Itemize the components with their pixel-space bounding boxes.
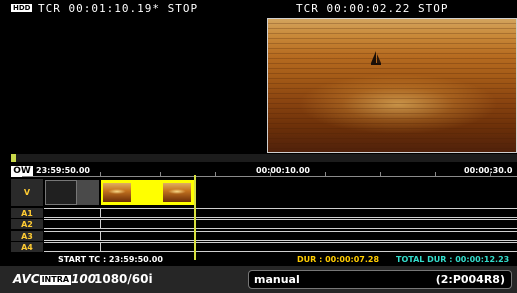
tcr-left-readout: TCR 00:01:10.19* STOP (38, 2, 199, 15)
start-tc: START TC : 23:59:50.00 (58, 255, 163, 264)
audio-segment[interactable] (44, 232, 101, 240)
ruler-time-start: 23:59:50.00 (36, 166, 90, 175)
track-label-a3: A3 (21, 232, 33, 241)
ruler-tick (380, 172, 381, 176)
avc-intra-logo: AVC INTRA 100 (13, 272, 96, 286)
audio-track-a2[interactable] (44, 219, 517, 229)
ruler-time-mid: 00:00:10.00 (256, 166, 310, 175)
video-format: 1080/60i (94, 272, 153, 286)
ruler-tick (160, 172, 161, 176)
sailboat-icon (371, 51, 381, 65)
ruler-tick (270, 172, 271, 176)
ruler-tick (490, 172, 491, 176)
tcr-right-readout: TCR 00:00:02.22 STOP (296, 2, 449, 15)
clip-black[interactable] (45, 180, 77, 205)
position-bar[interactable] (11, 154, 517, 162)
logo-prefix: AVC (13, 272, 40, 286)
selected-clip[interactable] (101, 180, 195, 205)
ruler-time-end: 00:00:30.0 (464, 166, 513, 175)
total-duration: TOTAL DUR : 00:00:12.23 (396, 255, 510, 264)
track-label-a2: A2 (21, 220, 33, 229)
position-indicator (11, 154, 16, 162)
audio-segment[interactable] (100, 232, 196, 240)
track-label-v: V (23, 188, 31, 197)
audio-segment[interactable] (100, 209, 196, 217)
ruler-tick (325, 172, 326, 176)
clip-id: (2:P004R8) (435, 273, 505, 286)
track-label-a4: A4 (21, 243, 33, 252)
status-bar: HDD TCR 00:01:10.19* STOP TCR 00:00:02.2… (0, 0, 517, 16)
audio-segment[interactable] (44, 209, 101, 217)
ruler-baseline (22, 176, 517, 177)
mode-display[interactable]: manual (2:P004R8) (248, 270, 512, 289)
audio-track-a3[interactable] (44, 231, 517, 241)
clip-thumbnail-in (103, 183, 131, 202)
preview-monitor (267, 18, 517, 153)
clip-duration: DUR : 00:00:07.28 (297, 255, 380, 264)
hdd-icon: HDD (11, 4, 33, 12)
audio-segment[interactable] (44, 243, 101, 251)
logo-box: INTRA (39, 274, 72, 285)
ruler-tick (435, 172, 436, 176)
audio-track-a4[interactable] (44, 242, 517, 252)
footer-bar: AVC INTRA 100 1080/60i manual (2:P004R8) (0, 266, 517, 293)
clip-gray[interactable] (77, 180, 99, 205)
logo-suffix: 100 (71, 272, 97, 286)
clip-thumbnail-out (163, 183, 191, 202)
duration-info: START TC : 23:59:50.00 DUR : 00:00:07.28… (44, 255, 517, 265)
mode-label: manual (254, 273, 300, 286)
edit-cursor[interactable] (194, 175, 196, 260)
track-label-a1: A1 (21, 209, 33, 218)
audio-segment[interactable] (100, 220, 196, 228)
water-texture (268, 19, 516, 152)
video-track-lane[interactable] (44, 179, 517, 206)
audio-segment[interactable] (44, 220, 101, 228)
audio-segment[interactable] (100, 243, 196, 251)
audio-track-a1[interactable] (44, 208, 517, 218)
ruler-tick (215, 172, 216, 176)
ruler-tick (100, 172, 101, 176)
